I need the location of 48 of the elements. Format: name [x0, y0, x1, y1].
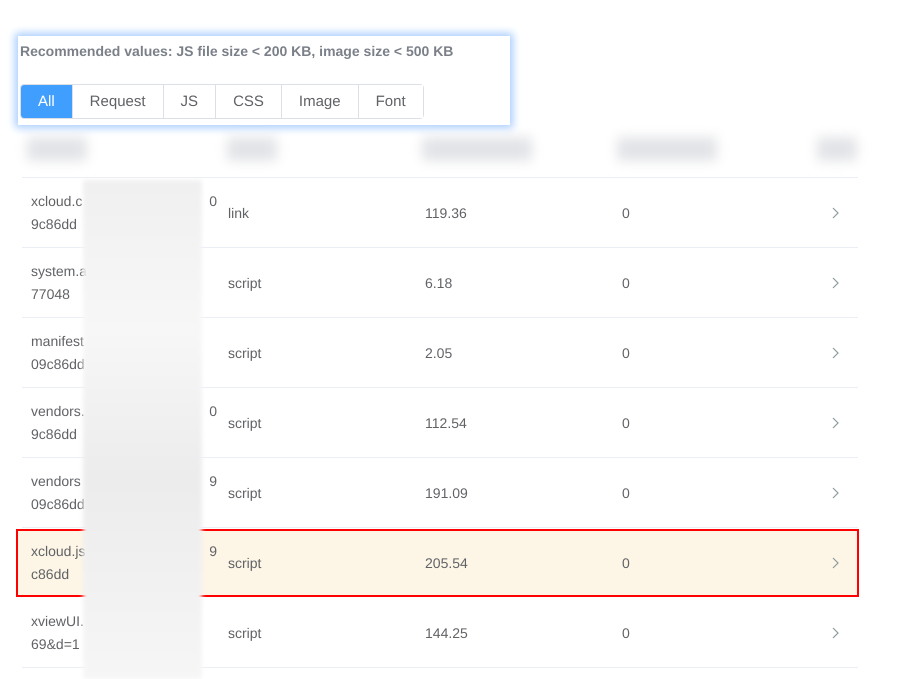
chevron-right-icon[interactable]: [832, 416, 839, 428]
resource-type: script: [228, 344, 262, 360]
file-name-start: xviewUI.: [31, 612, 84, 630]
file-name-end: 0: [209, 192, 217, 210]
file-size: 2.05: [425, 344, 452, 360]
resource-type: script: [228, 624, 262, 640]
chevron-right-icon[interactable]: [832, 206, 839, 218]
file-name-line: 9c86dd: [31, 216, 77, 232]
resource-type: script: [228, 274, 262, 290]
file-name-start: manifest: [31, 332, 84, 350]
file-name-start: system.a: [31, 262, 88, 281]
resource-type: link: [228, 204, 250, 220]
file-name-line: 69&d=1: [31, 636, 80, 652]
file-size: 144.25: [425, 624, 468, 640]
chevron-right-icon[interactable]: [832, 346, 839, 358]
count-value: 0: [622, 624, 630, 640]
file-name-end: 9: [209, 542, 217, 561]
chevron-right-icon[interactable]: [832, 626, 839, 638]
file-name-end: 9: [209, 472, 217, 490]
file-name-start: xcloud.c: [31, 192, 82, 210]
chevron-right-icon[interactable]: [832, 486, 839, 498]
count-value: 0: [622, 414, 630, 430]
resource-type: script: [228, 484, 262, 500]
file-name-line: 9c86dd: [31, 426, 77, 442]
chevron-right-icon[interactable]: [832, 276, 839, 288]
count-value: 0: [622, 555, 630, 571]
count-value: 0: [622, 484, 630, 500]
file-size: 119.36: [425, 204, 467, 220]
recommendation-notice: Recommended values: JS file size < 200 KB, image size < 500 KB: [20, 43, 454, 59]
count-value: 0: [622, 274, 630, 290]
resource-type: script: [228, 414, 262, 430]
file-name-line: c86dd: [31, 566, 70, 582]
chevron-right-icon[interactable]: [832, 557, 839, 569]
resource-type: script: [228, 555, 262, 571]
file-name-start: vendors.: [31, 402, 85, 420]
file-name-start: vendors: [31, 472, 81, 490]
file-name-line: 77048: [31, 286, 70, 302]
file-name-start: xcloud.js: [31, 542, 86, 561]
file-size: 191.09: [425, 484, 468, 500]
file-size: 112.54: [425, 414, 467, 430]
count-value: 0: [622, 344, 630, 360]
file-size: 6.18: [425, 274, 452, 290]
file-name-line: 09c86dd: [31, 356, 85, 372]
file-name-line: 09c86dd: [31, 496, 85, 512]
count-value: 0: [622, 204, 630, 220]
filter-tab[interactable]: Font: [358, 85, 423, 118]
file-name-end: 0: [209, 402, 217, 420]
file-size: 205.54: [425, 555, 468, 571]
